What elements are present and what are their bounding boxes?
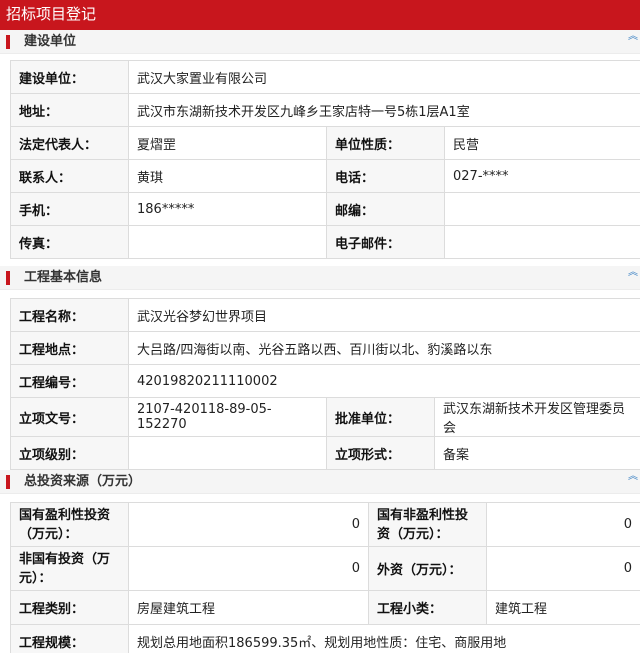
field-value: 房屋建筑工程 — [128, 590, 369, 625]
table-row: 国有盈利性投资（万元）： 0 国有非盈利性投资（万元）： 0 — [10, 502, 640, 547]
field-label: 单位性质： — [326, 126, 445, 160]
field-label: 法定代表人： — [10, 126, 129, 160]
field-label: 联系人： — [10, 159, 129, 193]
field-value: 42019820211110002 — [127, 364, 640, 398]
section-marker — [6, 35, 10, 49]
field-value: 0 — [486, 502, 640, 547]
field-value: 备案 — [433, 436, 640, 470]
section-marker — [6, 271, 10, 285]
field-label: 批准单位： — [326, 397, 435, 437]
collapse-icon[interactable]: ︽ — [628, 268, 638, 278]
table-row: 非国有投资（万元）： 0 外资（万元）： 0 — [10, 546, 640, 591]
field-value: 武汉大家置业有限公司 — [127, 60, 640, 94]
section-title: 建设单位 — [24, 34, 77, 49]
page-title: 招标项目登记 — [0, 0, 640, 30]
table-row: 传真： 电子邮件： — [10, 225, 640, 259]
field-value: 建筑工程 — [486, 590, 640, 625]
field-label: 工程类别： — [10, 590, 129, 625]
field-value: 规划总用地面积186599.35㎡、规划用地性质：住宅、商服用地 — [128, 624, 640, 653]
builder-table: 建设单位： 武汉大家置业有限公司 地址： 武汉市东湖新技术开发区九峰乡王家店特一… — [10, 60, 640, 259]
field-label: 工程规模： — [10, 624, 129, 653]
project-table: 工程名称： 武汉光谷梦幻世界项目 工程地点： 大吕路/四海街以南、光谷五路以西、… — [10, 298, 640, 470]
section-header-project[interactable]: 工程基本信息 ︽ — [0, 266, 640, 290]
field-value: 武汉市东湖新技术开发区九峰乡王家店特一号5栋1层A1室 — [127, 93, 640, 127]
table-row: 建设单位： 武汉大家置业有限公司 — [10, 60, 640, 94]
section-title: 工程基本信息 — [24, 270, 103, 285]
field-label: 非国有投资（万元）： — [10, 546, 129, 591]
field-label: 建设单位： — [10, 60, 129, 94]
table-row: 地址： 武汉市东湖新技术开发区九峰乡王家店特一号5栋1层A1室 — [10, 93, 640, 127]
table-row: 工程规模： 规划总用地面积186599.35㎡、规划用地性质：住宅、商服用地 — [10, 624, 640, 653]
table-row: 工程地点： 大吕路/四海街以南、光谷五路以西、百川街以北、豹溪路以东 — [10, 331, 640, 365]
field-value: 武汉东湖新技术开发区管理委员会 — [433, 397, 640, 437]
field-value — [443, 192, 640, 226]
field-label: 国有盈利性投资（万元）： — [10, 502, 129, 547]
field-value — [443, 225, 640, 259]
table-row: 立项文号： 2107-420118-89-05-152270 批准单位： 武汉东… — [10, 397, 640, 437]
field-label: 工程编号： — [10, 364, 129, 398]
section-header-investment[interactable]: 总投资来源（万元） ︽ — [0, 470, 640, 494]
field-value: 夏熠罡 — [128, 126, 327, 160]
table-row: 工程编号： 42019820211110002 — [10, 364, 640, 398]
investment-table: 国有盈利性投资（万元）： 0 国有非盈利性投资（万元）： 0 非国有投资（万元）… — [10, 502, 640, 653]
collapse-icon[interactable]: ︽ — [628, 32, 638, 42]
section-marker — [6, 475, 10, 489]
collapse-icon[interactable]: ︽ — [628, 472, 638, 482]
field-label: 国有非盈利性投资（万元）： — [368, 502, 487, 547]
field-label: 立项文号： — [10, 397, 129, 437]
field-label: 传真： — [10, 225, 129, 259]
field-label: 外资（万元）： — [368, 546, 487, 591]
field-label: 电话： — [326, 159, 445, 193]
field-label: 立项级别： — [10, 436, 129, 470]
field-value: 大吕路/四海街以南、光谷五路以西、百川街以北、豹溪路以东 — [127, 331, 640, 365]
field-label: 电子邮件： — [326, 225, 445, 259]
field-value: 0 — [128, 502, 369, 547]
table-row: 工程名称： 武汉光谷梦幻世界项目 — [10, 298, 640, 332]
field-value: 黄琪 — [128, 159, 327, 193]
table-row: 联系人： 黄琪 电话： 027-**** — [10, 159, 640, 193]
field-label: 工程名称： — [10, 298, 129, 332]
field-value: 武汉光谷梦幻世界项目 — [127, 298, 640, 332]
field-value — [128, 225, 327, 259]
field-label: 工程小类： — [368, 590, 487, 625]
field-value: 186***** — [128, 192, 327, 226]
field-value — [128, 436, 327, 470]
field-value: 民营 — [443, 126, 640, 160]
field-label: 地址： — [10, 93, 129, 127]
table-row: 手机： 186***** 邮编： — [10, 192, 640, 226]
field-label: 邮编： — [326, 192, 445, 226]
field-label: 立项形式： — [326, 436, 435, 470]
section-header-builder[interactable]: 建设单位 ︽ — [0, 30, 640, 54]
field-value: 027-**** — [443, 159, 640, 193]
table-row: 工程类别： 房屋建筑工程 工程小类： 建筑工程 — [10, 590, 640, 625]
section-title: 总投资来源（万元） — [24, 474, 142, 489]
field-value: 0 — [486, 546, 640, 591]
field-value: 2107-420118-89-05-152270 — [128, 397, 327, 437]
field-label: 手机： — [10, 192, 129, 226]
field-label: 工程地点： — [10, 331, 129, 365]
field-value: 0 — [128, 546, 369, 591]
table-row: 法定代表人： 夏熠罡 单位性质： 民营 — [10, 126, 640, 160]
table-row: 立项级别： 立项形式： 备案 — [10, 436, 640, 470]
